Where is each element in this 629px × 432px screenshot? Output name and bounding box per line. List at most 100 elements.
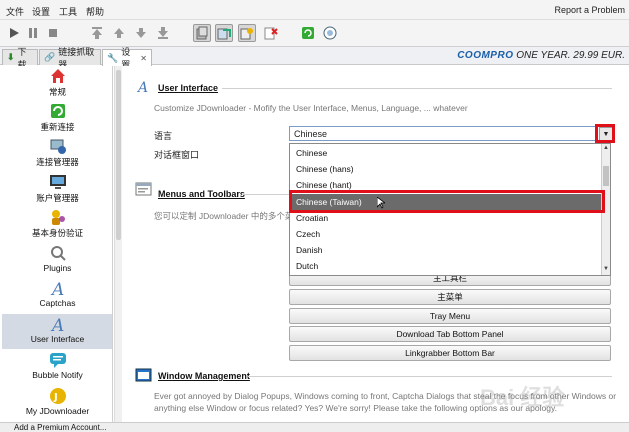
- link-icon: 🔗: [44, 52, 56, 62]
- clipboard-observer-icon[interactable]: [193, 24, 211, 42]
- language-option[interactable]: Chinese: [290, 145, 602, 161]
- window-section-icon: [135, 368, 152, 382]
- reconnect-icon: [50, 104, 65, 118]
- sidebar-item-basic-auth[interactable]: 基本身份验证: [2, 207, 112, 242]
- language-select[interactable]: Chinese: [289, 126, 598, 141]
- silent-mode-icon[interactable]: [262, 24, 280, 42]
- window-section-title: Window Management: [158, 371, 250, 381]
- stop-icon[interactable]: [44, 24, 62, 42]
- captcha-icon: A: [50, 280, 64, 297]
- auth-icon: [51, 210, 65, 225]
- sidebar-item-plugins[interactable]: Plugins: [2, 243, 112, 278]
- sidebar-item-account-manager[interactable]: 账户管理器: [2, 172, 112, 207]
- language-option[interactable]: Czech: [290, 226, 602, 242]
- wrench-icon: 🔧: [107, 52, 119, 63]
- divider: [222, 88, 612, 89]
- add-premium-account-link[interactable]: Add a Premium Account...: [14, 423, 107, 432]
- pause-icon[interactable]: [24, 24, 42, 42]
- menu-file[interactable]: 文件: [6, 5, 24, 18]
- sidebar-item-user-interface[interactable]: A User Interface: [2, 314, 112, 349]
- watermark: Bai 经验: [480, 385, 565, 410]
- menus-section-title: Menus and Toolbars: [158, 189, 245, 199]
- download-icon: ⬇: [7, 52, 15, 62]
- promo-banner[interactable]: COOMPRO ONE YEAR. 29.99 EUR.: [457, 50, 625, 61]
- language-label: 语言: [154, 131, 173, 141]
- chevron-down-icon[interactable]: ▼: [603, 266, 609, 272]
- sidebar-item-label: 基本身份验证: [31, 228, 83, 238]
- sidebar-item-label: 常规: [48, 87, 66, 97]
- menu-tools[interactable]: 工具: [59, 5, 77, 18]
- promo-text: ONE YEAR. 29.99 EUR.: [516, 50, 625, 61]
- highlight-box: [595, 124, 615, 143]
- language-option[interactable]: Dutch: [290, 258, 602, 274]
- svg-text:A: A: [136, 80, 148, 93]
- auto-reconnect-icon[interactable]: [215, 24, 233, 42]
- ui-section-title: User Interface: [158, 83, 219, 93]
- toolbar: [0, 20, 629, 47]
- menubar: 文件 设置 工具 帮助 Report a Problem: [0, 0, 629, 20]
- dialog-window-label: 对话框窗口: [154, 150, 200, 160]
- divider: [242, 194, 290, 195]
- mouse-cursor-icon: [377, 197, 385, 209]
- menus-section-description: 您可以定制 JDownloader 中的多个菜单: [154, 211, 302, 221]
- divider: [248, 376, 612, 377]
- connection-icon: [50, 139, 66, 154]
- linkgrabber-bottom-bar-button[interactable]: Linkgrabber Bottom Bar: [289, 345, 611, 361]
- ui-icon: A: [50, 316, 64, 333]
- tab-settings[interactable]: 🔧 设置 ✕: [102, 47, 152, 70]
- account-icon: [49, 175, 66, 189]
- sidebar-item-connection-manager[interactable]: 连接管理器: [2, 136, 112, 171]
- tab-linkgrabber[interactable]: 🔗 链接抓取器: [39, 47, 101, 70]
- chevron-up-icon[interactable]: ▲: [603, 145, 609, 151]
- language-option[interactable]: Chinese (hans): [290, 161, 602, 177]
- report-problem-link[interactable]: Report a Problem: [554, 5, 625, 15]
- home-icon: [50, 69, 65, 83]
- sidebar-item-label: Bubble Notify: [32, 370, 83, 380]
- sidebar-item-bubble-notify[interactable]: Bubble Notify: [2, 350, 112, 385]
- tab-downloads[interactable]: ⬇ 下载: [2, 47, 38, 70]
- tray-menu-button[interactable]: Tray Menu: [289, 308, 611, 324]
- plugins-icon: [50, 246, 66, 261]
- sidebar-scrollbar[interactable]: [114, 66, 122, 422]
- close-icon[interactable]: ✕: [140, 54, 147, 63]
- sidebar-item-label: My JDownloader: [25, 406, 90, 416]
- bubble-icon: [49, 353, 66, 368]
- sidebar-item-label: Plugins: [43, 263, 72, 273]
- promo-brand: COOMPRO: [457, 50, 514, 61]
- highlight-box: [289, 190, 605, 213]
- sidebar-item-label: Captchas: [39, 298, 76, 308]
- scrollbar-thumb[interactable]: [603, 166, 609, 186]
- download-tab-bottom-panel-button[interactable]: Download Tab Bottom Panel: [289, 326, 611, 342]
- tab-bar: ⬇ 下载 🔗 链接抓取器 🔧 设置 ✕ COOMPRO ONE YEAR. 29…: [0, 47, 629, 70]
- sidebar-item-label: User Interface: [30, 334, 85, 344]
- sidebar-item-general[interactable]: 常规: [2, 66, 112, 101]
- language-option[interactable]: Danish: [290, 242, 602, 258]
- move-bottom-icon[interactable]: [154, 24, 172, 42]
- sidebar-item-label: 账户管理器: [36, 193, 79, 203]
- move-top-icon[interactable]: [88, 24, 106, 42]
- reconnect-icon[interactable]: [299, 24, 317, 42]
- menu-help[interactable]: 帮助: [86, 5, 104, 18]
- svg-text:A: A: [50, 280, 64, 297]
- menu-settings[interactable]: 设置: [32, 5, 50, 18]
- sidebar-item-my-jdownloader[interactable]: J My JDownloader: [2, 386, 112, 421]
- ui-section-description: Customize JDownloader - Mofify the User …: [154, 103, 468, 113]
- main-menu-button[interactable]: 主菜单: [289, 289, 611, 305]
- update-icon[interactable]: [321, 24, 339, 42]
- settings-sidebar: 常规 重新连接 连接管理器 账户管理器 基本身份验证 Plugins A Cap…: [2, 66, 113, 422]
- menus-section-icon: [135, 182, 152, 196]
- sidebar-item-captchas[interactable]: A Captchas: [2, 278, 112, 313]
- sidebar-item-reconnect[interactable]: 重新连接: [2, 101, 112, 136]
- svg-text:A: A: [50, 316, 64, 333]
- sidebar-item-label: 连接管理器: [36, 157, 79, 167]
- premium-toggle-icon[interactable]: [238, 24, 256, 42]
- scrollbar-thumb[interactable]: [116, 70, 121, 240]
- play-icon[interactable]: [5, 24, 23, 42]
- myjd-icon: J: [49, 388, 66, 404]
- svg-text:J: J: [53, 392, 58, 403]
- move-down-icon[interactable]: [132, 24, 150, 42]
- move-up-icon[interactable]: [110, 24, 128, 42]
- sidebar-item-label: 重新连接: [40, 122, 75, 132]
- status-bar[interactable]: Add a Premium Account...: [0, 422, 629, 432]
- ui-section-icon: A: [136, 80, 148, 93]
